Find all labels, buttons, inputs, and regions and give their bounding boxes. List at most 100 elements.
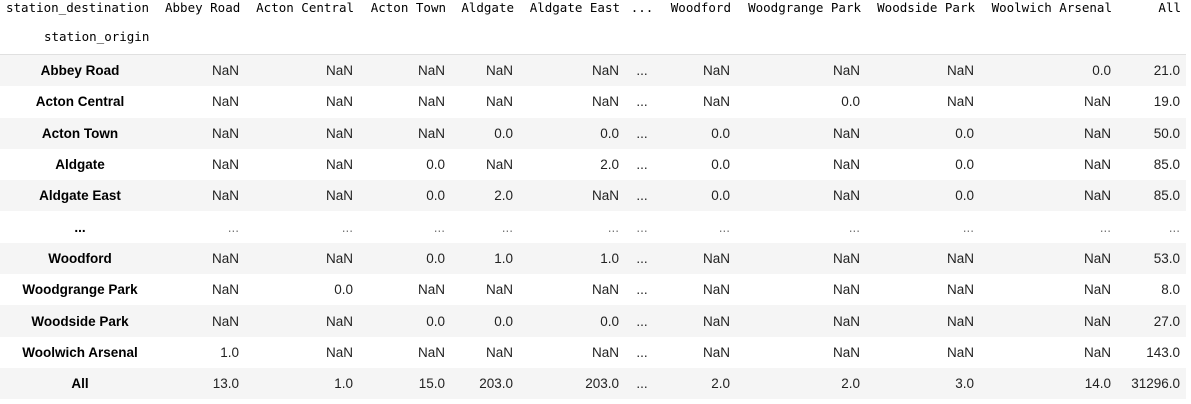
table-cell: NaN: [702, 94, 730, 110]
table-cell: NaN: [832, 344, 860, 360]
row-label: Woodside Park: [31, 313, 129, 329]
table-cell: 85.0: [1153, 188, 1180, 204]
table-cell: 19.0: [1153, 94, 1180, 110]
table-cell: 0.0: [711, 125, 730, 141]
table-cell: NaN: [591, 94, 619, 110]
table-cell: NaN: [702, 63, 730, 79]
table-cell: 0.0: [711, 188, 730, 204]
table-cell: 53.0: [1153, 250, 1180, 266]
table-cell: NaN: [211, 282, 239, 298]
table-cell: ...: [636, 313, 648, 329]
table-cell: NaN: [325, 313, 353, 329]
row-label: Acton Central: [35, 94, 125, 110]
table-cell: NaN: [1083, 125, 1111, 141]
table-cell: NaN: [417, 344, 445, 360]
table-cell: NaN: [946, 94, 974, 110]
table-cell: 0.0: [426, 250, 445, 266]
table-cell: 0.0: [600, 125, 619, 141]
row-label: ...: [74, 219, 86, 235]
table-cell: 0.0: [600, 313, 619, 329]
table-cell: NaN: [946, 250, 974, 266]
column-header: Abbey Road: [165, 0, 241, 15]
table-cell: NaN: [325, 250, 353, 266]
column-header-row: station_destination Abbey Road Acton Cen…: [0, 0, 1186, 18]
table-row: Acton Central NaN NaN NaN NaN NaN... NaN 0.0 NaN…: [0, 86, 1186, 118]
table-cell: NaN: [1083, 188, 1111, 204]
row-label: Woodgrange Park: [22, 282, 138, 298]
table-cell: 1.0: [220, 344, 239, 360]
column-header: Aldgate: [461, 0, 514, 15]
table-row: Woodgrange Park NaN 0.0 NaN NaN NaN... NaN NaN N…: [0, 274, 1186, 306]
table-cell: NaN: [417, 125, 445, 141]
table-cell: NaN: [832, 250, 860, 266]
column-index-name: station_destination: [6, 0, 149, 15]
table-cell: NaN: [211, 188, 239, 204]
table-cell: NaN: [832, 313, 860, 329]
column-header: All: [1158, 0, 1181, 15]
table-cell: 0.0: [494, 313, 513, 329]
table-cell: 0.0: [955, 188, 974, 204]
table-cell: ...: [433, 219, 445, 235]
dataframe-table: station_destination Abbey Road Acton Cen…: [0, 0, 1186, 400]
table-row: Aldgate NaN NaN 0.0 NaN 2.0... 0.0 NaN 0.0 NaN 85.…: [0, 148, 1186, 181]
table-cell: ...: [1099, 219, 1111, 235]
column-header: Woodford: [670, 0, 731, 15]
table-cell: 0.0: [955, 157, 974, 173]
table-cell: NaN: [1083, 313, 1111, 329]
table-row: Woodside Park NaN NaN 0.0 0.0 0.0... NaN NaN NaN…: [0, 305, 1186, 337]
table-cell: 2.0: [841, 376, 860, 392]
table-cell: NaN: [417, 94, 445, 110]
table-cell: 0.0: [841, 94, 860, 110]
table-cell: ...: [848, 219, 860, 235]
table-cell: 14.0: [1084, 376, 1111, 392]
table-cell: ...: [636, 63, 648, 79]
table-cell: NaN: [832, 157, 860, 173]
table-cell: NaN: [591, 188, 619, 204]
table-cell: 203.0: [479, 376, 513, 392]
table-cell: 0.0: [494, 125, 513, 141]
table-cell: NaN: [211, 94, 239, 110]
column-header: Acton Central: [256, 0, 354, 15]
row-label: Aldgate East: [39, 188, 121, 204]
table-cell: 0.0: [711, 157, 730, 173]
table-cell: NaN: [946, 344, 974, 360]
table-cell: NaN: [1083, 94, 1111, 110]
row-label: Acton Town: [41, 125, 119, 141]
table-cell: ...: [718, 219, 730, 235]
table-cell: NaN: [325, 188, 353, 204]
table-row: Abbey Road NaN NaN NaN NaN NaN... NaN NaN NaN 0.0…: [0, 54, 1186, 87]
table-cell: NaN: [832, 282, 860, 298]
table-cell: 0.0: [426, 188, 445, 204]
table-cell: ...: [636, 219, 648, 235]
table-cell: 1.0: [600, 250, 619, 266]
table-cell: NaN: [702, 344, 730, 360]
table-row: Woodford NaN NaN 0.0 1.0 1.0... NaN NaN NaN NaN 53…: [0, 242, 1186, 275]
table-row-ellipsis: ....................................: [0, 211, 1186, 243]
table-cell: NaN: [702, 282, 730, 298]
table-cell: NaN: [325, 125, 353, 141]
table-cell: NaN: [1083, 157, 1111, 173]
table-cell: NaN: [417, 282, 445, 298]
table-cell: NaN: [485, 94, 513, 110]
table-cell: NaN: [832, 188, 860, 204]
table-cell: NaN: [211, 125, 239, 141]
table-cell: 21.0: [1153, 63, 1180, 79]
table-cell: 50.0: [1153, 125, 1180, 141]
table-cell: NaN: [591, 344, 619, 360]
table-cell: ...: [636, 125, 648, 141]
table-cell: 2.0: [600, 157, 619, 173]
table-cell: NaN: [211, 157, 239, 173]
table-cell: NaN: [417, 63, 445, 79]
table-cell: NaN: [1083, 344, 1111, 360]
table-cell: NaN: [485, 157, 513, 173]
row-label: Aldgate: [55, 157, 105, 173]
table-row: Acton Town NaN NaN NaN 0.0 0.0... 0.0 NaN 0.0 NaN…: [0, 117, 1186, 149]
table-cell: 143.0: [1146, 344, 1180, 360]
table-cell: ...: [636, 94, 648, 110]
table-body: Abbey Road NaN NaN NaN NaN NaN... NaN NaN NaN 0.0…: [0, 54, 1186, 400]
row-label: Woolwich Arsenal: [22, 344, 138, 360]
row-index-name-row: station_origin: [0, 18, 1186, 55]
table-cell: NaN: [325, 344, 353, 360]
table-cell: ...: [607, 219, 619, 235]
table-cell: 85.0: [1153, 157, 1180, 173]
